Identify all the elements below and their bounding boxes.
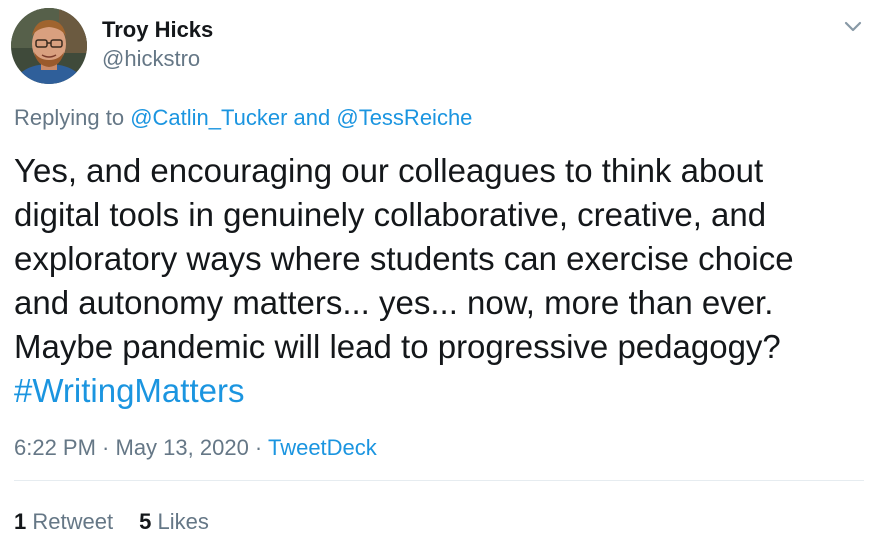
chevron-down-icon[interactable] [840,16,866,38]
replying-to: Replying to @Catlin_Tucker and @TessReic… [14,105,472,131]
retweet-label: Retweet [32,509,114,534]
meta-separator: · [248,435,268,460]
tweet-stats: 1 Retweet 5 Likes [14,509,209,535]
tweet-text-line: exploratory ways where students can exer… [14,240,794,277]
tweet-time[interactable]: 6:22 PM [14,435,96,460]
replying-prefix: Replying to [14,105,131,130]
reply-user-link[interactable]: @TessReiche [336,105,472,130]
tweet-text-line: digital tools in genuinely collaborative… [14,196,767,233]
retweet-count[interactable]: 1 Retweet [14,509,113,535]
likes-number: 5 [139,509,152,534]
tweet-text-line: and autonomy matters... yes... now, more… [14,284,774,321]
tweet-card: Troy Hicks @hickstro Replying to @Catlin… [0,0,888,558]
author-handle[interactable]: @hickstro [102,46,200,72]
likes-count[interactable]: 5 Likes [139,509,209,535]
tweet-text-line: Yes, and encouraging our colleagues to t… [14,152,764,189]
hashtag-link[interactable]: #WritingMatters [14,369,874,413]
likes-label: Likes [157,509,209,534]
author-name[interactable]: Troy Hicks [102,17,213,43]
tweet-source-link[interactable]: TweetDeck [268,435,377,460]
tweet-text: Yes, and encouraging our colleagues to t… [14,149,874,413]
retweet-number: 1 [14,509,27,534]
meta-separator: · [95,435,116,460]
reply-user-link[interactable]: @Catlin_Tucker [130,105,287,130]
tweet-meta: 6:22 PM · May 13, 2020 · TweetDeck [14,435,377,461]
reply-joiner: and [287,105,337,130]
tweet-date[interactable]: May 13, 2020 [116,435,249,460]
divider [14,480,864,481]
avatar-photo [11,8,87,84]
tweet-text-line: Maybe pandemic will lead to progressive … [14,328,781,365]
avatar[interactable] [11,8,87,84]
